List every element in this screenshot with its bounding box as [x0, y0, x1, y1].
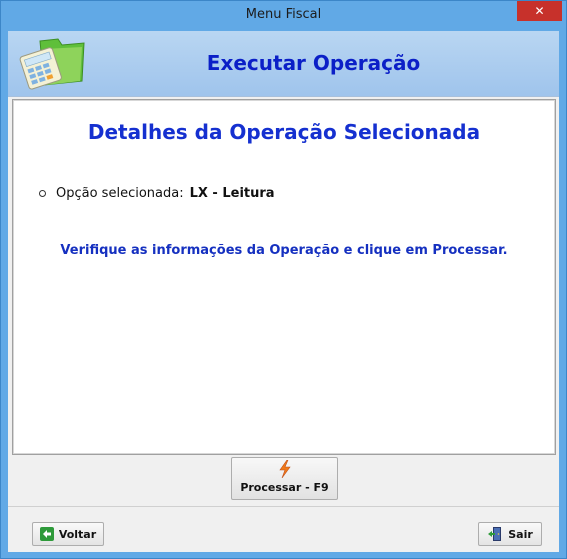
footer-bar: Voltar Sair — [8, 506, 559, 552]
back-button[interactable]: Voltar — [32, 522, 104, 546]
arrow-left-icon — [39, 527, 54, 541]
window: Menu Fiscal ✕ Executar Operação Detalhes… — [0, 0, 567, 559]
title-bar[interactable]: Menu Fiscal ✕ — [1, 1, 566, 31]
exit-button-label: Sair — [508, 527, 533, 541]
exit-door-icon — [488, 527, 502, 541]
instruction-message: Verifique as informações da Operação e c… — [60, 243, 508, 258]
process-button[interactable]: Processar - F9 — [231, 457, 338, 500]
option-value: LX - Leitura — [189, 186, 275, 201]
window-title: Menu Fiscal — [245, 7, 322, 22]
exit-button[interactable]: Sair — [478, 522, 542, 546]
process-button-label: Processar - F9 — [240, 481, 329, 494]
option-label: Opção selecionada: — [56, 186, 184, 201]
back-button-label: Voltar — [58, 527, 97, 541]
close-button[interactable]: ✕ — [517, 1, 562, 21]
header-band: Executar Operação — [8, 31, 559, 97]
details-panel: Detalhes da Operação Selecionada Opção s… — [12, 99, 556, 455]
bullet-icon — [39, 190, 46, 197]
selected-option-line: Opção selecionada: LX - Leitura — [39, 186, 275, 201]
client-area: Executar Operação Detalhes da Operação S… — [8, 31, 559, 552]
lightning-icon — [279, 460, 291, 478]
panel-border — [13, 100, 555, 454]
details-title: Detalhes da Operação Selecionada — [87, 120, 481, 144]
header-title: Executar Operação — [206, 51, 421, 75]
